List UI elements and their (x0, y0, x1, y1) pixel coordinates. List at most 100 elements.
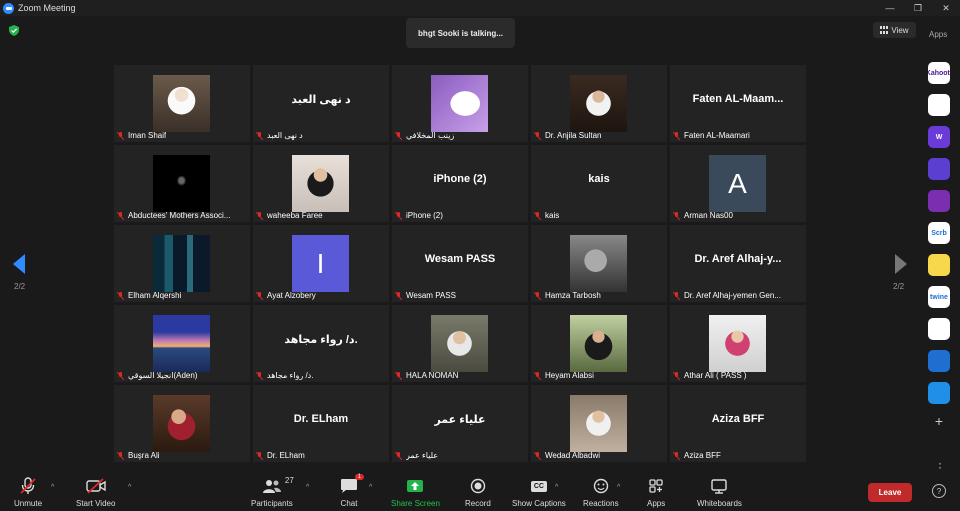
previous-page-arrow-icon[interactable] (13, 254, 25, 274)
whiteboards-button[interactable]: Whiteboards (697, 476, 742, 508)
captions-options-chevron-icon[interactable]: ^ (555, 484, 558, 491)
participant-tile[interactable]: Hamza Tarbosh (531, 225, 667, 302)
participants-icon (262, 480, 281, 493)
participant-name-label: Dr. Anjila Sultan (534, 131, 601, 140)
participant-tile[interactable]: A Arman Nas00 (670, 145, 806, 222)
muted-mic-icon (395, 371, 403, 380)
add-app-icon[interactable]: + (928, 413, 950, 429)
participant-video-thumbnail (153, 155, 210, 212)
show-captions-button[interactable]: CC Show Captions (512, 476, 566, 508)
muted-mic-icon (117, 451, 125, 460)
chat-button[interactable]: 1 Chat (340, 474, 364, 508)
orange-app-icon[interactable] (928, 94, 950, 116)
participant-tile[interactable]: kais kais (531, 145, 667, 222)
audio-options-chevron-icon[interactable]: ^ (51, 484, 54, 491)
twine-icon[interactable]: twine (928, 286, 950, 308)
participant-tile[interactable]: Faten AL-Maam... Faten AL-Maamari (670, 65, 806, 142)
reactions-label: Reactions (583, 499, 619, 508)
participant-tile[interactable]: زينب المخلافي (392, 65, 528, 142)
participant-video-thumbnail (431, 75, 488, 132)
participant-tile[interactable]: Aziza BFF Aziza BFF (670, 385, 806, 462)
muted-mic-icon (534, 451, 542, 460)
participant-name: Iman Shaif (128, 131, 167, 140)
participant-tile[interactable]: iPhone (2) iPhone (2) (392, 145, 528, 222)
wordwall-icon[interactable]: W (928, 126, 950, 148)
next-page-arrow-icon[interactable] (895, 254, 907, 274)
participant-tile[interactable]: Dr. Aref Alhaj-y... Dr. Aref Alhaj-yemen … (670, 225, 806, 302)
participant-name: Hamza Tarbosh (545, 291, 601, 300)
leave-button[interactable]: Leave (868, 483, 912, 502)
participant-tile[interactable]: Buşra Ali (114, 385, 250, 462)
participant-display-name: Wesam PASS (424, 253, 496, 265)
participant-name-label: Elham Alqershi (117, 291, 181, 300)
muted-mic-icon (395, 291, 403, 300)
participant-tile[interactable]: علياء عمر علياء عمر (392, 385, 528, 462)
muted-mic-icon (395, 451, 403, 460)
muted-mic-icon (673, 371, 681, 380)
help-icon[interactable]: ? (932, 484, 946, 498)
apps-button[interactable]: Apps (647, 476, 665, 508)
reactions-button[interactable]: Reactions (583, 476, 619, 508)
participant-name: Wedad Albadwi (545, 451, 600, 460)
participant-name-label: Hamza Tarbosh (534, 291, 601, 300)
muted-mic-icon (256, 371, 264, 380)
share-screen-button[interactable]: Share Screen (391, 476, 440, 508)
participant-tile[interactable]: I Ayat Alzobery (253, 225, 389, 302)
participants-options-chevron-icon[interactable]: ^ (306, 484, 309, 491)
participant-tile[interactable]: انجيلا السوقي(Aden) (114, 305, 250, 382)
participant-name: Elham Alqershi (128, 291, 182, 300)
chat-options-chevron-icon[interactable]: ^ (369, 484, 372, 491)
muted-mic-icon (395, 211, 403, 220)
participant-name-label: waheeba Faree (256, 211, 323, 220)
unmute-button[interactable]: Unmute (14, 476, 42, 508)
participant-tile[interactable]: Heyam Alabsi (531, 305, 667, 382)
reactions-smiley-icon (593, 478, 608, 494)
record-button[interactable]: Record (465, 476, 491, 508)
participants-button[interactable]: 27 Participants (251, 476, 294, 508)
participant-name-label: Abductees' Mothers Associ... (117, 211, 230, 220)
minimize-icon[interactable]: — (876, 0, 904, 16)
participant-video-thumbnail (570, 315, 627, 372)
muted-mic-icon (256, 131, 264, 140)
security-shield-icon[interactable] (9, 25, 19, 36)
start-video-button[interactable]: Start Video (76, 476, 115, 508)
participant-tile[interactable]: Wesam PASS Wesam PASS (392, 225, 528, 302)
participant-tile[interactable]: Dr. ELham Dr. ELham (253, 385, 389, 462)
participant-tile[interactable]: Abductees' Mothers Associ... (114, 145, 250, 222)
restore-icon[interactable]: ❐ (904, 0, 932, 16)
muted-mic-icon (673, 211, 681, 220)
share-screen-label: Share Screen (391, 499, 440, 508)
kahoot-icon[interactable]: Kahoot! (928, 62, 950, 84)
page-indicator-left: 2/2 (14, 282, 26, 291)
scribe-icon[interactable]: Scrb (928, 222, 950, 244)
participant-tile[interactable]: د/ رواء مجاهد. د/ رواء مجاهد. (253, 305, 389, 382)
participant-tile[interactable]: Athar Ali ( PASS ) (670, 305, 806, 382)
participant-tile[interactable]: Elham Alqershi (114, 225, 250, 302)
participant-tile[interactable]: د نهى العبد د نهى العبد (253, 65, 389, 142)
video-options-chevron-icon[interactable]: ^ (128, 484, 131, 491)
participant-tile[interactable]: Wedad Albadwi (531, 385, 667, 462)
participant-tile[interactable]: Dr. Anjila Sultan (531, 65, 667, 142)
participant-tile[interactable]: Iman Shaif (114, 65, 250, 142)
participant-tile[interactable]: waheeba Faree (253, 145, 389, 222)
participant-display-name: kais (588, 173, 610, 185)
chat-bubble-app-icon[interactable] (928, 158, 950, 180)
sync-app-icon[interactable] (928, 350, 950, 372)
reactions-options-chevron-icon[interactable]: ^ (617, 484, 620, 491)
participant-name-label: kais (534, 211, 559, 220)
close-icon[interactable]: ✕ (932, 0, 960, 16)
participant-name-label: د/ رواء مجاهد. (256, 371, 313, 380)
chat-unread-badge: 1 (354, 474, 364, 480)
smiley-app-icon[interactable] (928, 254, 950, 276)
participant-name-label: iPhone (2) (395, 211, 443, 220)
participant-name: Arman Nas00 (684, 211, 733, 220)
participant-tile[interactable]: HALA NOMAN (392, 305, 528, 382)
participant-name: زينب المخلافي (406, 131, 455, 140)
edu-app-icon[interactable] (928, 382, 950, 404)
view-button[interactable]: View (873, 22, 916, 38)
page-indicator-right: 2/2 (893, 282, 905, 291)
participant-name-label: Wesam PASS (395, 291, 456, 300)
office-icon[interactable] (928, 318, 950, 340)
participant-video-thumbnail (570, 75, 627, 132)
video-app-icon[interactable] (928, 190, 950, 212)
